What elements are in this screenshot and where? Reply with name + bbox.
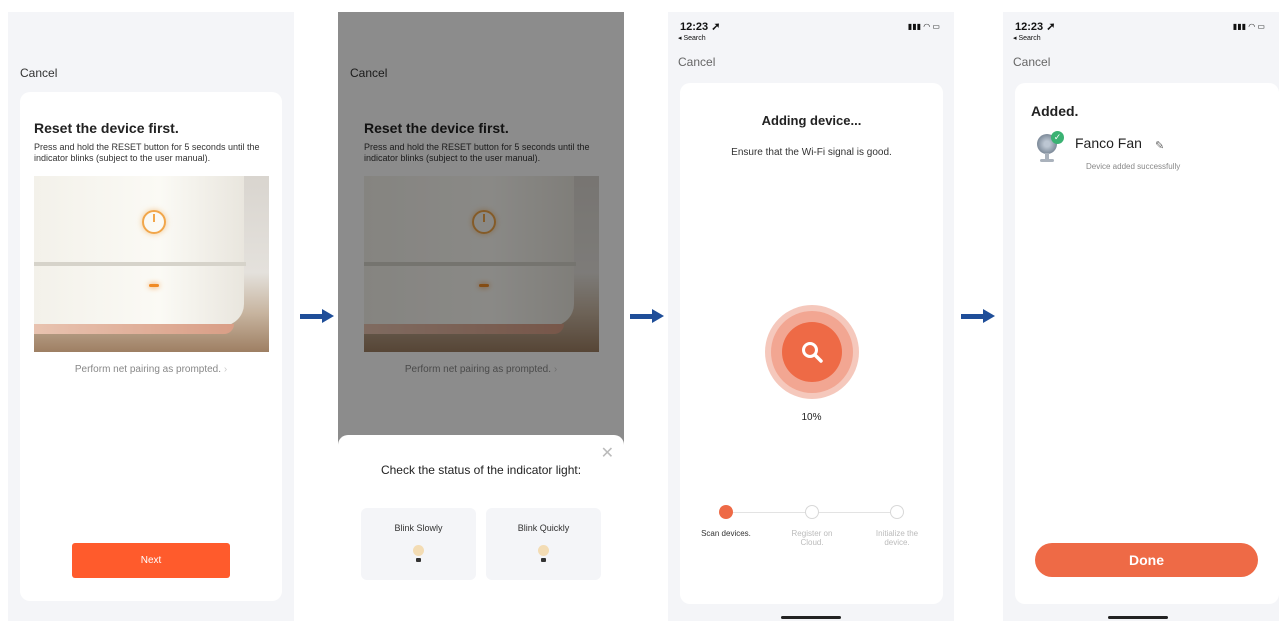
location-arrow-icon: ➚ [1046,21,1056,33]
adding-title: Adding device... [761,113,862,128]
home-indicator [781,616,841,619]
device-status: Device added successfully [1086,162,1181,171]
sheet-title: Check the status of the indicator light: [380,463,582,477]
cloud-step-icon [805,505,819,519]
search-icon [782,322,842,382]
back-to-search[interactable]: ◂ Search [678,34,706,42]
screen-reset-device: Cancel Reset the device first. Press and… [8,12,294,621]
device-base [34,324,234,334]
fan-icon: ✓ [1037,131,1064,164]
status-time-label: 12:23 [680,21,709,33]
device-photo [34,176,269,352]
cancel-button[interactable]: Cancel [678,55,715,69]
edit-pencil-icon[interactable]: ✎ [1155,139,1164,152]
flow-arrow-icon [630,309,666,323]
card-title: Reset the device first. [34,120,179,136]
screen-adding-device: 12:23 ➚ ◂ Search ▮▮▮ ◠ ▭ Cancel Adding d… [668,12,954,621]
signal-wifi-battery-icon: ▮▮▮ ◠ ▭ [907,22,940,31]
indicator-sheet: ✕ Check the status of the indicator ligh… [338,435,624,621]
next-button[interactable]: Next [72,543,230,578]
back-to-search[interactable]: ◂ Search [1013,34,1041,42]
option-label: Blink Quickly [517,523,570,533]
location-arrow-icon: ➚ [711,21,721,33]
screen-device-added: 12:23 ➚ ◂ Search ▮▮▮ ◠ ▭ Cancel Added. ✓… [1003,12,1279,621]
flow-arrow-icon [961,309,997,323]
added-title: Added. [1031,103,1079,119]
check-icon: ✓ [1051,131,1064,144]
card-description: Press and hold the RESET button for 5 se… [34,142,260,163]
home-indicator [1108,616,1168,619]
status-bar: 12:23 ➚ ◂ Search ▮▮▮ ◠ ▭ [668,12,954,52]
added-card: Added. ✓ Fanco Fan ✎ Device added succes… [1015,83,1279,604]
pairing-link[interactable]: Perform net pairing as prompted. › [20,364,282,375]
initialize-step-icon [890,505,904,519]
step-label-register: Register on Cloud. [791,529,833,547]
flow-arrow-icon [300,309,336,323]
signal-wifi-battery-icon: ▮▮▮ ◠ ▭ [1232,22,1265,31]
flow-root: Cancel Reset the device first. Press and… [0,0,1279,621]
bulb-icon [413,545,424,562]
device-body-illustration [34,176,244,326]
adding-card: Adding device... Ensure that the Wi-Fi s… [680,83,943,604]
pairing-link-label: Perform net pairing as prompted. [74,364,222,375]
status-time: 12:23 ➚ [1015,20,1055,33]
device-seam [34,262,246,266]
cancel-button[interactable]: Cancel [20,66,57,80]
progress-indicator [765,305,859,399]
step-label-initialize: Initialize the device. [875,529,919,547]
blink-slowly-option[interactable]: Blink Slowly [361,508,476,580]
screen-indicator-check: Cancel Reset the device first. Press and… [338,12,624,621]
power-icon [142,210,166,234]
status-time-label: 12:23 [1015,21,1044,33]
step-label-scan: Scan devices. [701,529,751,538]
done-button[interactable]: Done [1035,543,1258,577]
blink-quickly-option[interactable]: Blink Quickly [486,508,601,580]
status-bar: 12:23 ➚ ◂ Search ▮▮▮ ◠ ▭ [1003,12,1279,52]
chevron-right-icon: › [223,364,228,375]
scan-step-icon [719,505,733,519]
option-label: Blink Slowly [394,523,443,533]
device-name: Fanco Fan [1075,135,1142,151]
bulb-icon [538,545,549,562]
cancel-button[interactable]: Cancel [1013,55,1050,69]
close-icon[interactable]: ✕ [601,443,614,463]
status-time: 12:23 ➚ [680,20,720,33]
wifi-hint: Ensure that the Wi-Fi signal is good. [731,147,892,158]
progress-percent: 10% [801,412,822,423]
indicator-led [149,284,159,287]
reset-card: Reset the device first. Press and hold t… [20,92,282,601]
